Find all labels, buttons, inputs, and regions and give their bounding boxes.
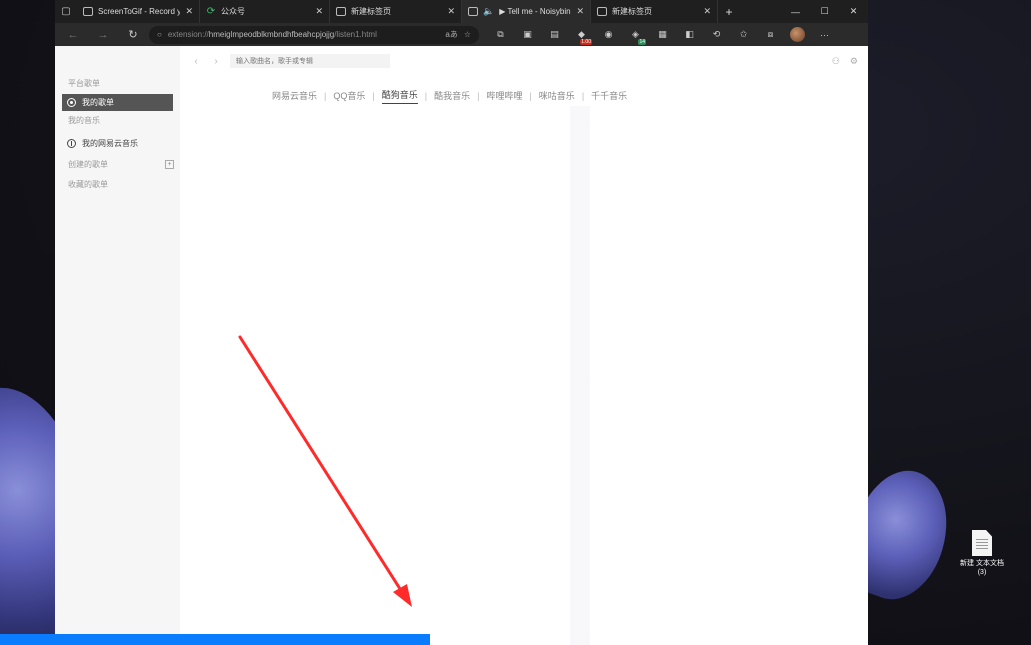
plus-icon[interactable]: +	[165, 159, 174, 169]
tab-actions-icon[interactable]: ▢	[55, 0, 77, 23]
green-ext-icon[interactable]: ◈ 14	[622, 25, 649, 45]
site-info-icon[interactable]: ○	[157, 30, 162, 39]
tab-qq[interactable]: QQ音乐	[333, 89, 365, 104]
favorites-icon[interactable]: ✩	[730, 25, 757, 45]
sidebar-item-label: 收藏的歌单	[68, 179, 108, 189]
tab-kugou[interactable]: 酷狗音乐	[381, 88, 418, 104]
tab-title: 新建标签页	[351, 7, 391, 16]
page-content: 平台歌单 我的歌单 我的音乐 我的网易云音乐 创建的歌单 + 收藏的歌单 ‹ ›…	[55, 46, 868, 645]
ext-badge: 14	[638, 38, 646, 45]
close-icon[interactable]: ✕	[447, 6, 455, 17]
search-input[interactable]	[230, 54, 390, 68]
maximize-button[interactable]: ☐	[810, 0, 839, 23]
top-bar: ‹ › ⚇ ⚙	[180, 46, 868, 76]
tab-bar: ▢ ScreenToGif - Record your ✕ ⟳ 公众号 ✕ 新建…	[55, 0, 868, 23]
collections-icon[interactable]: ⧈	[757, 25, 784, 45]
avatar	[790, 27, 805, 42]
close-icon[interactable]: ✕	[703, 6, 711, 17]
divider: |	[477, 91, 480, 101]
blue-progress-bar	[0, 634, 430, 645]
window-controls: — ☐ ✕	[781, 0, 868, 23]
sidebar-item-label: 我的网易云音乐	[82, 139, 138, 148]
new-tab-button[interactable]: +	[718, 5, 740, 19]
speaker-icon[interactable]: 🔈	[483, 6, 494, 17]
more-menu-button[interactable]: ···	[811, 25, 838, 45]
divider: |	[424, 91, 428, 101]
read-aloud-icon[interactable]: aあ	[445, 29, 457, 40]
sidebar-item-netease[interactable]: 我的网易云音乐	[62, 135, 173, 152]
browser-window: ▢ ScreenToGif - Record your ✕ ⟳ 公众号 ✕ 新建…	[55, 0, 868, 645]
favorite-star-icon[interactable]: ☆	[464, 30, 471, 39]
refresh-button[interactable]: ↻	[119, 25, 147, 45]
tab-screentogif[interactable]: ScreenToGif - Record your ✕	[77, 0, 200, 23]
back-button[interactable]: ←	[59, 25, 87, 45]
sync-ext-icon[interactable]: ⟲	[703, 25, 730, 45]
sidebar-created-playlists[interactable]: 创建的歌单 +	[55, 154, 180, 174]
disc-icon	[67, 98, 76, 107]
close-window-button[interactable]: ✕	[839, 0, 868, 23]
tab-title: 公众号	[221, 7, 245, 16]
profile-avatar[interactable]	[784, 25, 811, 45]
tab-title: ▶ Tell me - Noisybin	[499, 7, 571, 16]
extensions-toolbar: ⧉ ▣ ▤ ◆ 1.00 ◉ ◈ 14 ▦ ◧ ⟲ ✩ ⧈ ···	[487, 25, 838, 45]
grid-ext-icon[interactable]: ▦	[649, 25, 676, 45]
color-ext-icon[interactable]: ◉	[595, 25, 622, 45]
tab-bilibili[interactable]: 哔哩哔哩	[486, 89, 522, 104]
minimize-button[interactable]: —	[781, 0, 810, 23]
chevron-left-icon[interactable]: ‹	[190, 56, 202, 67]
gear-icon[interactable]: ⚙	[850, 56, 858, 67]
sidebar-item-label: 我的歌单	[82, 98, 114, 107]
top-icons: ⚇ ⚙	[832, 56, 858, 67]
sidebar-section-platform: 平台歌单	[68, 79, 100, 88]
close-icon[interactable]: ✕	[576, 6, 584, 17]
tab-gongzhonghao[interactable]: ⟳ 公众号 ✕	[200, 0, 330, 23]
main-panel: ‹ › ⚇ ⚙ 网易云音乐 | QQ音乐 | 酷狗音乐 | 酷我音乐 | 哔哩哔…	[180, 46, 868, 645]
user-icon[interactable]: ⚇	[832, 56, 840, 67]
source-tabs: 网易云音乐 | QQ音乐 | 酷狗音乐 | 酷我音乐 | 哔哩哔哩 | 咪咕音乐…	[272, 88, 627, 104]
sidebar-section-my-music: 我的音乐	[68, 116, 100, 125]
close-icon[interactable]: ✕	[315, 6, 323, 17]
tab-new-tab-2[interactable]: 新建标签页 ✕	[591, 0, 718, 23]
divider: |	[372, 91, 375, 101]
tab-title: 新建标签页	[612, 7, 652, 16]
sidebar: 平台歌单 我的歌单 我的音乐 我的网易云音乐 创建的歌单 + 收藏的歌单	[55, 46, 180, 645]
tab-netease[interactable]: 网易云音乐	[272, 89, 317, 104]
desktop-file-label: 新建 文本文档 (3)	[960, 560, 1004, 576]
monitor-icon	[83, 7, 93, 16]
faded-background	[180, 106, 868, 645]
tab-tell-me[interactable]: 🔈 ▶ Tell me - Noisybin ✕	[462, 0, 591, 23]
tab-new-tab-1[interactable]: 新建标签页 ✕	[330, 0, 462, 23]
screenshot-ext-icon[interactable]: ⧉	[487, 25, 514, 45]
desktop-file-icon[interactable]: 新建 文本文档 (3)	[958, 530, 1006, 577]
tab-title: ScreenToGif - Record your	[98, 7, 181, 16]
page-icon	[336, 7, 346, 16]
divider: |	[324, 91, 327, 101]
page-icon	[468, 7, 478, 16]
sidebar-favorite-playlists[interactable]: 收藏的歌单	[55, 174, 180, 194]
blue-ext-icon[interactable]: ◧	[676, 25, 703, 45]
page-icon	[597, 7, 607, 16]
book-ext-icon[interactable]: ▤	[541, 25, 568, 45]
sidebar-item-my-playlists[interactable]: 我的歌单	[62, 94, 173, 111]
url-text: extension://hmeiglmpeodblkmbndhfbeahcpjo…	[167, 30, 377, 39]
sidebar-item-label: 创建的歌单	[68, 159, 108, 169]
url-field[interactable]: ○ extension://hmeiglmpeodblkmbndhfbeahcp…	[149, 25, 479, 44]
ext-badge: 1.00	[580, 38, 592, 45]
chevron-right-icon[interactable]: ›	[210, 56, 222, 67]
wechat-green-icon: ⟳	[206, 6, 216, 17]
u-ext-icon[interactable]: ▣	[514, 25, 541, 45]
tab-migu[interactable]: 咪咕音乐	[539, 89, 575, 104]
forward-button[interactable]: →	[89, 25, 117, 45]
netease-icon	[67, 139, 76, 148]
tab-qianqian[interactable]: 千千音乐	[591, 89, 627, 104]
divider: |	[529, 91, 532, 101]
text-file-icon	[972, 530, 992, 556]
tab-kuwo[interactable]: 酷我音乐	[434, 89, 470, 104]
divider: |	[581, 91, 585, 101]
close-icon[interactable]: ✕	[185, 6, 193, 17]
red-ext-icon[interactable]: ◆ 1.00	[568, 25, 595, 45]
address-bar: ← → ↻ ○ extension://hmeiglmpeodblkmbndhf…	[55, 23, 868, 46]
